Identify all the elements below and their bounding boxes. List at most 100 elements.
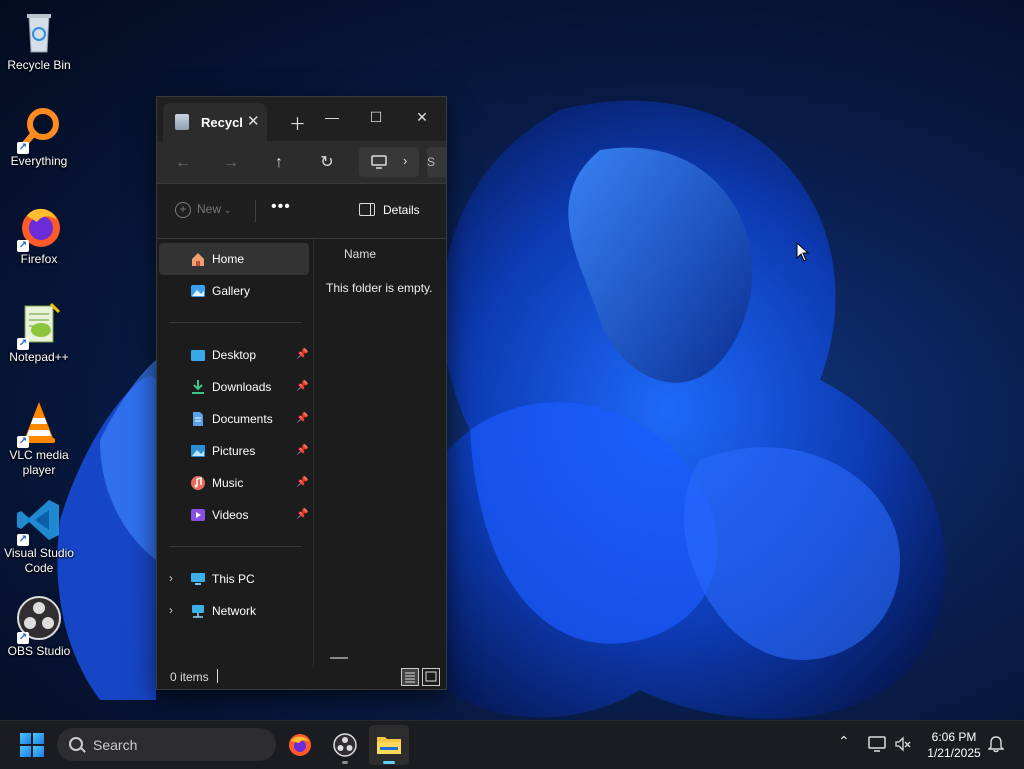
nav-item-gallery[interactable]: Gallery bbox=[159, 275, 309, 307]
tab-recycle-bin[interactable]: Recycl ✕ bbox=[163, 103, 267, 141]
nav-item-label: Videos bbox=[212, 508, 249, 522]
taskbar: Search ⌃ 6:06 PM 1/21/2025 bbox=[0, 720, 1024, 769]
close-tab-icon[interactable]: ✕ bbox=[247, 112, 260, 130]
videos-icon bbox=[191, 509, 205, 521]
desktop-icon-vlc[interactable]: ↗ VLC media player bbox=[2, 398, 76, 478]
desktop-icon-firefox[interactable]: ↗ Firefox bbox=[2, 202, 76, 267]
title-bar[interactable]: Recycl ✕ ＋ — ☐ ✕ bbox=[157, 97, 446, 141]
recycle-bin-icon bbox=[175, 114, 189, 130]
pin-icon[interactable]: 📌 bbox=[296, 509, 308, 520]
windows-logo-tile bbox=[33, 733, 44, 744]
vscode-icon: ↗ bbox=[15, 496, 63, 546]
this-pc-icon bbox=[191, 573, 205, 585]
desktop-icon-label: VLC media player bbox=[9, 448, 69, 477]
music-icon bbox=[191, 476, 205, 490]
chevron-right-icon[interactable]: › bbox=[169, 571, 173, 585]
desktop-icon-label: Notepad++ bbox=[9, 350, 69, 364]
tiles-view-icon bbox=[425, 671, 437, 682]
this-pc-icon bbox=[371, 155, 387, 169]
shortcut-arrow-icon: ↗ bbox=[17, 240, 29, 252]
divider bbox=[169, 546, 301, 547]
search-field[interactable]: S bbox=[427, 147, 446, 177]
nav-item-label: Home bbox=[212, 252, 245, 266]
refresh-button[interactable]: ↻ bbox=[313, 149, 341, 177]
desktop-icon-everything[interactable]: ↗ Everything bbox=[2, 104, 76, 169]
back-button[interactable]: ← bbox=[169, 149, 197, 177]
nav-item-label: Downloads bbox=[212, 380, 272, 394]
navigation-bar: ← → ↑ ↻ › S bbox=[157, 141, 446, 183]
pin-icon[interactable]: 📌 bbox=[296, 349, 308, 360]
chevron-down-icon: ⌄ bbox=[224, 205, 232, 215]
column-header-name[interactable]: Name bbox=[344, 247, 376, 261]
taskbar-obs[interactable] bbox=[325, 725, 365, 765]
nav-item-desktop[interactable]: Desktop 📌 bbox=[159, 339, 309, 371]
nav-item-network[interactable]: › Network bbox=[159, 595, 309, 627]
file-list-pane[interactable]: Name This folder is empty. bbox=[314, 239, 446, 667]
taskbar-firefox[interactable] bbox=[280, 725, 320, 765]
desktop-icon-obs[interactable]: ↗ OBS Studio bbox=[2, 594, 76, 659]
windows-logo-tile bbox=[20, 733, 31, 744]
chevron-right-icon: › bbox=[403, 153, 408, 168]
network-icon bbox=[192, 605, 204, 618]
navigation-pane[interactable]: Home Gallery Desktop 📌 Downloads 📌 Docum… bbox=[157, 239, 313, 667]
everything-search-icon: ↗ bbox=[15, 104, 63, 154]
nav-item-videos[interactable]: Videos 📌 bbox=[159, 499, 309, 531]
pin-icon[interactable]: 📌 bbox=[296, 413, 308, 424]
horizontal-scrollbar[interactable] bbox=[330, 657, 348, 659]
details-label: Details bbox=[383, 203, 420, 217]
file-explorer-window[interactable]: Recycl ✕ ＋ — ☐ ✕ ← → ↑ ↻ › S + New ⌄ ••• D… bbox=[156, 96, 447, 690]
nav-item-label: Desktop bbox=[212, 348, 257, 362]
network-status-icon[interactable] bbox=[868, 736, 886, 752]
desktop-icon-notepadpp[interactable]: ↗ Notepad++ bbox=[2, 300, 76, 365]
nav-item-downloads[interactable]: Downloads 📌 bbox=[159, 371, 309, 403]
nav-item-documents[interactable]: Documents 📌 bbox=[159, 403, 309, 435]
show-hidden-icons-button[interactable]: ⌃ bbox=[838, 733, 850, 750]
firefox-icon: ↗ bbox=[15, 202, 63, 252]
taskbar-file-explorer[interactable] bbox=[369, 725, 409, 765]
large-icons-view-button[interactable] bbox=[422, 668, 440, 686]
more-options-button[interactable]: ••• bbox=[271, 198, 291, 216]
chevron-right-icon[interactable]: › bbox=[169, 603, 173, 617]
tab-label: Recycl bbox=[201, 115, 243, 130]
pin-icon[interactable]: 📌 bbox=[296, 445, 308, 456]
up-button[interactable]: ↑ bbox=[265, 149, 293, 177]
running-indicator bbox=[342, 761, 348, 764]
desktop-icon-label: OBS Studio bbox=[7, 644, 71, 658]
nav-item-this-pc[interactable]: › This PC bbox=[159, 563, 309, 595]
nav-item-label: Pictures bbox=[212, 444, 256, 458]
mouse-cursor-icon bbox=[796, 242, 810, 262]
nav-item-music[interactable]: Music 📌 bbox=[159, 467, 309, 499]
desktop-wallpaper bbox=[0, 0, 1024, 768]
address-bar[interactable]: › bbox=[359, 147, 419, 177]
new-label: New bbox=[197, 202, 222, 216]
minimize-button[interactable]: — bbox=[317, 103, 347, 131]
clock-date: 1/21/2025 bbox=[927, 746, 981, 760]
search-placeholder: Search bbox=[93, 737, 138, 753]
desktop-icon-vscode[interactable]: ↗ Visual Studio Code bbox=[2, 496, 76, 576]
plus-circle-icon: + bbox=[175, 202, 191, 218]
pin-icon[interactable]: 📌 bbox=[296, 477, 308, 488]
pin-icon[interactable]: 📌 bbox=[296, 381, 308, 392]
details-view-button[interactable] bbox=[401, 668, 419, 686]
details-pane-icon bbox=[359, 203, 375, 216]
nav-item-home[interactable]: Home bbox=[159, 243, 309, 275]
new-tab-button[interactable]: ＋ bbox=[289, 110, 306, 135]
folder-icon bbox=[377, 737, 401, 754]
nav-item-pictures[interactable]: Pictures 📌 bbox=[159, 435, 309, 467]
new-button[interactable]: + New ⌄ bbox=[175, 202, 232, 218]
close-window-button[interactable]: ✕ bbox=[407, 103, 437, 131]
details-pane-button[interactable]: Details bbox=[359, 203, 420, 217]
item-count: 0 items bbox=[170, 670, 209, 684]
maximize-button[interactable]: ☐ bbox=[361, 103, 391, 131]
desktop-icon-label: Firefox bbox=[20, 252, 58, 266]
forward-button[interactable]: → bbox=[217, 149, 245, 177]
firefox-icon bbox=[289, 734, 311, 756]
notification-bell-icon[interactable] bbox=[988, 735, 1004, 753]
desktop-icon-recycle-bin[interactable]: Recycle Bin bbox=[2, 8, 76, 73]
taskbar-search-box[interactable]: Search bbox=[57, 728, 276, 761]
system-clock[interactable]: 6:06 PM 1/21/2025 bbox=[918, 729, 990, 761]
start-button[interactable] bbox=[20, 733, 44, 757]
notepad-plus-plus-icon: ↗ bbox=[15, 300, 63, 350]
recycle-bin-icon bbox=[15, 8, 63, 56]
volume-muted-icon[interactable] bbox=[894, 736, 912, 752]
